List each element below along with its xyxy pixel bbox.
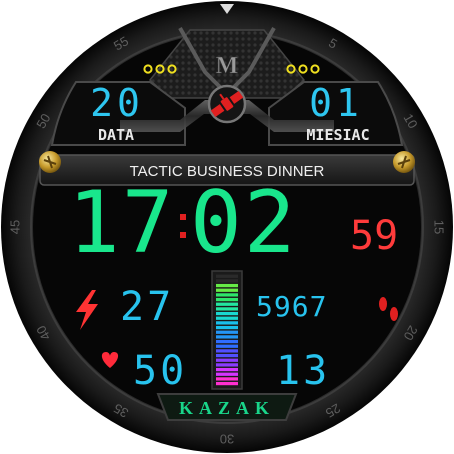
brand-logo: M: [216, 53, 239, 79]
screw-icon: [393, 151, 415, 173]
level-meter-segment: [216, 381, 238, 386]
bezel-mark: 15: [432, 220, 447, 234]
level-meter-segment: [216, 288, 238, 292]
bezel-mark: 30: [220, 432, 234, 447]
level-meter-segment: [216, 349, 238, 353]
bezel-mark: 45: [8, 220, 23, 234]
level-meter-segment: [216, 279, 238, 283]
time-minutes: 02: [190, 173, 298, 273]
level-meter-segment: [216, 344, 238, 348]
footer-brand: KAZAK: [179, 398, 275, 418]
level-meter-segment: [216, 274, 238, 278]
level-meter-segment: [216, 293, 238, 297]
date-month-value: 01: [309, 81, 363, 125]
level-meter-segment: [216, 302, 238, 306]
level-meter-segment: [216, 321, 238, 325]
date-day-value: 20: [90, 81, 144, 125]
level-meter-segment: [216, 339, 238, 344]
watch-face-svg: 510152025303540455055 M 20 01 DATA MIESI…: [1, 1, 453, 453]
level-meter-segment: [216, 367, 238, 372]
level-meter-segment: [216, 335, 238, 339]
level-meter-segment: [216, 372, 238, 376]
level-meter-segment: [216, 297, 238, 302]
time-hours: 17: [68, 173, 176, 273]
level-meter-segment: [216, 283, 238, 288]
date-month-label: MIESIAC: [306, 126, 369, 144]
level-meter-segment: [216, 311, 238, 316]
level-meter-segment: [216, 307, 238, 311]
level-meter-segment: [216, 325, 238, 330]
level-meter-segment: [216, 377, 238, 381]
watch-face: 5 10 15 20 25 30 35 40 45 50 55 M 20 01 DATA MIESI…: [0, 0, 454, 454]
steps-value: 5967: [256, 290, 327, 323]
level-meter-segment: [216, 316, 238, 320]
level-meter-segment: [216, 363, 238, 367]
floors-value: 13: [276, 348, 330, 394]
date-day-label: DATA: [98, 126, 134, 144]
heart-rate-value: 50: [133, 348, 187, 394]
level-meter-segment: [216, 330, 238, 334]
level-meter-segment: [216, 358, 238, 362]
time-seconds: 59: [350, 213, 398, 259]
battery-value: 27: [120, 284, 174, 330]
level-meter-segment: [216, 353, 238, 358]
screw-icon: [39, 151, 61, 173]
